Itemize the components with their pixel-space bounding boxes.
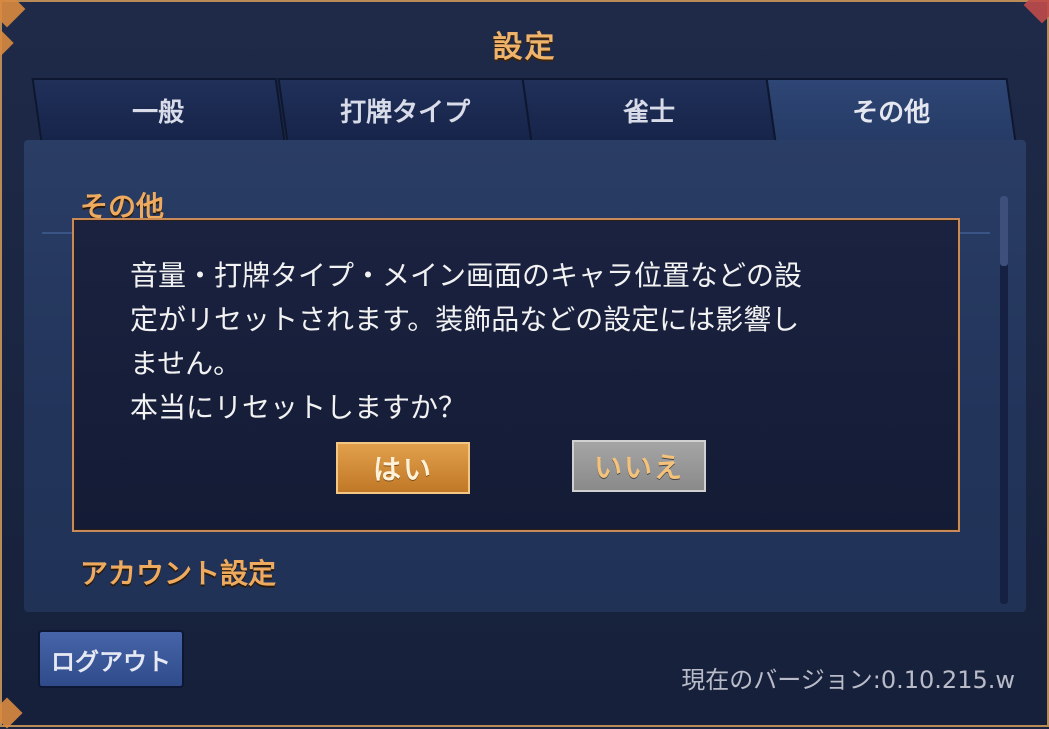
version-label: 現在のバージョン:0.10.215.w bbox=[681, 666, 1015, 694]
tab-discard-type[interactable]: 打牌タイプ bbox=[277, 78, 533, 142]
tab-label: 打牌タイプ bbox=[339, 97, 470, 128]
dialog-line: 本当にリセットしますか？ bbox=[130, 391, 467, 424]
page-title: 設定 bbox=[492, 30, 557, 65]
yes-button[interactable]: はい bbox=[336, 442, 470, 494]
reset-confirm-dialog: 音量・打牌タイプ・メイン画面のキャラ位置などの設 定がリセットされます。装飾品な… bbox=[72, 218, 960, 532]
section-heading-account: アカウント設定 bbox=[80, 557, 277, 590]
no-button[interactable]: いいえ bbox=[572, 440, 706, 492]
dialog-line: ません。 bbox=[130, 347, 242, 380]
logout-button[interactable]: ログアウト bbox=[38, 630, 184, 688]
tab-other[interactable]: その他 bbox=[765, 78, 1017, 142]
maple-leaf-decoration bbox=[0, 697, 23, 729]
tab-label: その他 bbox=[851, 97, 930, 128]
tab-general[interactable]: 一般 bbox=[31, 78, 286, 142]
tab-character[interactable]: 雀士 bbox=[521, 78, 777, 142]
tab-label: 一般 bbox=[132, 97, 185, 128]
dialog-message: 音量・打牌タイプ・メイン画面のキャラ位置などの設 定がリセットされます。装飾品な… bbox=[130, 254, 920, 430]
scrollbar-thumb[interactable] bbox=[1000, 196, 1008, 266]
tab-bar: 一般 打牌タイプ 雀士 その他 bbox=[31, 78, 1017, 142]
close-corner-icon[interactable] bbox=[1023, 0, 1049, 24]
tab-label: 雀士 bbox=[622, 97, 675, 128]
dialog-line: 音量・打牌タイプ・メイン画面のキャラ位置などの設 bbox=[130, 259, 803, 292]
dialog-line: 定がリセットされます。装飾品などの設定には影響し bbox=[130, 303, 800, 336]
scrollbar[interactable] bbox=[1000, 196, 1008, 604]
